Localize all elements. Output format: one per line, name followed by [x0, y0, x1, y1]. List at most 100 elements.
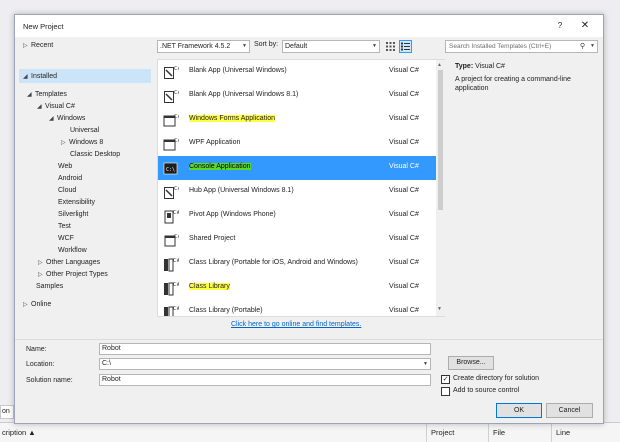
sort-asc-icon: ▲ [28, 428, 36, 437]
template-row[interactable]: C# Class Library (Portable for iOS, Andr… [158, 252, 436, 276]
class-library-icon: C# [164, 282, 179, 296]
close-button[interactable]: ✕ [577, 19, 593, 35]
solution-name-label: Solution name: [26, 377, 73, 384]
ide-left-edge [0, 0, 14, 442]
expand-arrow-icon[interactable]: ▷ [38, 270, 46, 281]
location-label: Location: [26, 361, 55, 368]
tree-item-wcf[interactable]: WCF [58, 233, 74, 244]
svg-text:C#: C# [174, 138, 179, 144]
shared-project-icon: C# [164, 234, 179, 247]
pivot-app-icon: C# [164, 210, 179, 224]
chevron-down-icon: ▼ [372, 43, 377, 49]
search-templates-input[interactable]: Search Installed Templates (Ctrl+E) ⚲ ▼ [445, 40, 598, 53]
collapse-arrow-icon[interactable]: ◢ [27, 90, 35, 101]
tree-item-samples[interactable]: Samples [36, 281, 63, 292]
column-separator [551, 423, 552, 442]
form-divider [15, 339, 603, 340]
help-button[interactable]: ? [553, 20, 567, 34]
scroll-down-icon[interactable]: ▼ [437, 306, 442, 312]
collapse-arrow-icon[interactable]: ◢ [37, 102, 45, 113]
highlighted-text: Class Library [189, 283, 230, 290]
tree-item-workflow[interactable]: Workflow [58, 245, 87, 256]
tree-item-other-languages[interactable]: ▷ Other Languages [38, 257, 100, 268]
template-row[interactable]: C# Windows Forms Application Visual C# [158, 108, 436, 132]
template-row[interactable]: C# Hub App (Universal Windows 8.1) Visua… [158, 180, 436, 204]
tree-item-classic-desktop[interactable]: Classic Desktop [70, 149, 120, 160]
template-row[interactable]: C# Blank App (Universal Windows) Visual … [158, 60, 436, 84]
framework-dropdown[interactable]: .NET Framework 4.5.2 ▼ [157, 40, 250, 53]
expand-arrow-icon[interactable]: ▷ [38, 258, 46, 269]
scroll-up-icon[interactable]: ▲ [437, 62, 442, 68]
column-description[interactable]: cription ▲ [2, 428, 36, 437]
template-toolbar: .NET Framework 4.5.2 ▼ Sort by: Default ▼ [157, 39, 457, 55]
tree-item-universal[interactable]: Universal [70, 125, 99, 136]
tree-item-windows8[interactable]: ▷ Windows 8 [61, 137, 103, 148]
tree-item-templates[interactable]: ◢ Templates [27, 89, 67, 100]
tree-item-visual-csharp[interactable]: ◢ Visual C# [37, 101, 75, 112]
search-icon: ⚲ [579, 43, 585, 50]
tree-item-test[interactable]: Test [58, 221, 71, 232]
sort-dropdown[interactable]: Default ▼ [282, 40, 380, 53]
template-row[interactable]: C# Blank App (Universal Windows 8.1) Vis… [158, 84, 436, 108]
tree-item-web[interactable]: Web [58, 161, 72, 172]
column-separator [488, 423, 489, 442]
svg-text:C#: C# [174, 114, 179, 120]
column-line[interactable]: Line [556, 428, 570, 437]
template-tree: ▷ Recent ◢ Installed ◢ Templates ◢ Visual C#… [15, 37, 153, 367]
name-field[interactable]: Robot [99, 343, 431, 355]
expand-arrow-icon[interactable]: ▷ [23, 300, 31, 311]
cancel-button[interactable]: Cancel [546, 403, 593, 418]
console-icon: C:\ [163, 162, 178, 175]
column-project[interactable]: Project [431, 428, 454, 437]
scrollbar-thumb[interactable] [438, 70, 443, 210]
tree-item-recent[interactable]: ▷ Recent [23, 40, 53, 51]
template-row[interactable]: C# Class Library (Portable) Visual C# [158, 300, 436, 316]
ok-button[interactable]: OK [496, 403, 542, 418]
collapse-arrow-icon[interactable]: ◢ [23, 72, 31, 83]
create-directory-label: Create directory for solution [453, 375, 539, 382]
column-file[interactable]: File [493, 428, 505, 437]
template-row[interactable]: C# WPF Application Visual C# [158, 132, 436, 156]
browse-button[interactable]: Browse... [448, 356, 494, 370]
online-templates-link[interactable]: Click here to go online and find templat… [231, 321, 361, 328]
tree-item-other-project-types[interactable]: ▷ Other Project Types [38, 269, 108, 280]
template-list: C# Blank App (Universal Windows) Visual … [157, 59, 445, 317]
expand-arrow-icon[interactable]: ▷ [23, 41, 31, 52]
template-list-scrollbar[interactable]: ▲ ▼ [436, 60, 445, 316]
sort-label: Sort by: [254, 41, 279, 48]
template-row[interactable]: C# Class Library Visual C# [158, 276, 436, 300]
source-control-checkbox[interactable] [441, 387, 450, 396]
column-separator [426, 423, 427, 442]
location-dropdown[interactable]: C:\ ▼ [99, 358, 431, 370]
svg-text:C#: C# [173, 258, 179, 264]
chevron-down-icon[interactable]: ▼ [590, 41, 595, 52]
template-row-selected[interactable]: C:\ Console Application Visual C# [158, 156, 436, 180]
template-row[interactable]: C# Shared Project Visual C# [158, 228, 436, 252]
tree-item-windows[interactable]: ◢ Windows [49, 113, 85, 124]
title-bar: New Project ? ✕ [15, 15, 603, 37]
template-row[interactable]: C# Pivot App (Windows Phone) Visual C# [158, 204, 436, 228]
svg-text:C#: C# [174, 234, 179, 240]
ide-partial-field[interactable]: on [0, 405, 14, 419]
tree-item-online[interactable]: ▷ Online [23, 299, 51, 310]
solution-name-field[interactable]: Robot [99, 374, 431, 386]
svg-text:C#: C# [173, 210, 179, 216]
chevron-down-icon: ▼ [242, 43, 247, 49]
tree-item-installed[interactable]: ◢ Installed [23, 71, 57, 82]
ide-right-edge [604, 0, 620, 442]
window-form-icon: C# [163, 114, 179, 127]
create-directory-checkbox[interactable]: ✓ [441, 375, 450, 384]
name-label: Name: [26, 346, 47, 353]
wpf-window-icon: C# [163, 138, 179, 151]
grid-view-icon[interactable] [384, 40, 397, 53]
tree-item-extensibility[interactable]: Extensibility [58, 197, 95, 208]
error-list-header [0, 422, 620, 442]
collapse-arrow-icon[interactable]: ◢ [49, 114, 57, 125]
expand-arrow-icon[interactable]: ▷ [61, 138, 69, 149]
list-view-icon[interactable] [399, 40, 412, 53]
tree-item-cloud[interactable]: Cloud [58, 185, 76, 196]
tree-item-silverlight[interactable]: Silverlight [58, 209, 88, 220]
tree-item-android[interactable]: Android [58, 173, 82, 184]
source-control-label: Add to source control [453, 387, 520, 394]
svg-text:C#: C# [174, 90, 179, 96]
